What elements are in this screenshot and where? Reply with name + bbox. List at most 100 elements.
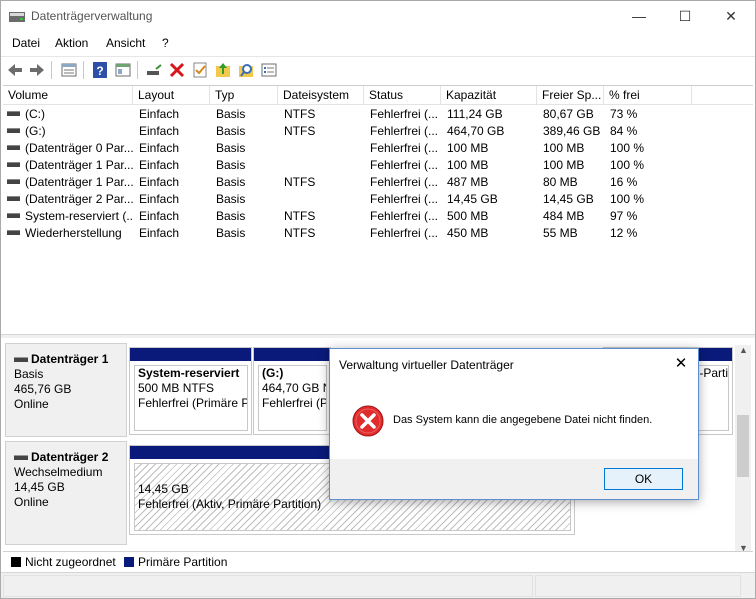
up-folder-icon[interactable] [213, 60, 233, 80]
table-cell: Einfach [139, 158, 180, 172]
table-cell [284, 140, 364, 157]
help-icon[interactable]: ? [90, 60, 110, 80]
table-row[interactable]: (G:) Einfach Basis NTFS Fehlerfrei (... 464,7… [3, 123, 753, 140]
menu-datei[interactable]: Datei [12, 36, 40, 50]
list-view-icon[interactable] [59, 60, 79, 80]
volume-cell: System-reserviert (... [3, 208, 133, 225]
table-cell: Basis [216, 209, 246, 223]
toolbar-separator [51, 61, 52, 79]
volume-name: (C:) [25, 107, 45, 121]
scroll-up-icon[interactable]: ▲ [739, 345, 748, 355]
close-button[interactable]: ✕ [708, 1, 754, 31]
menu-aktion[interactable]: Aktion [55, 36, 88, 50]
table-cell: 484 MB [543, 209, 585, 223]
minimize-button[interactable]: — [616, 1, 662, 31]
table-cell: 100 MB [447, 141, 489, 155]
table-cell: Basis [216, 107, 246, 121]
table-cell: Basis [216, 124, 246, 138]
legend-label: Primäre Partition [138, 555, 228, 569]
table-row[interactable]: (C:) Einfach Basis NTFS Fehlerfrei (... 111,2… [3, 106, 753, 123]
table-cell: 100 % [610, 158, 645, 172]
table-cell: 84 % [610, 124, 638, 138]
window-title: Datenträgerverwaltung [31, 9, 153, 23]
pane-splitter[interactable] [1, 334, 755, 338]
search-icon[interactable] [236, 60, 256, 80]
toolbar-separator [83, 61, 84, 79]
column-header[interactable]: Layout [133, 86, 210, 105]
table-cell: 100 % [610, 141, 645, 155]
table-cell: 14,45 GB [447, 192, 498, 206]
column-header[interactable]: % frei [604, 86, 692, 105]
disk-state: Online [14, 397, 49, 411]
table-cell: 450 MB [447, 226, 489, 240]
table-row[interactable]: System-reserviert (... Einfach Basis NTFS Fe… [3, 208, 753, 225]
table-cell: NTFS [284, 124, 316, 138]
table-cell: Fehlerfrei (... [370, 124, 439, 138]
disk-management-window: Datenträgerverwaltung — ☐ ✕ Datei Aktion… [0, 0, 756, 599]
maximize-button[interactable]: ☐ [662, 1, 708, 31]
table-row[interactable]: (Datenträger 0 Par... Einfach Basis Fehlerf… [3, 140, 753, 157]
scroll-thumb[interactable] [737, 415, 749, 477]
check-icon[interactable] [190, 60, 210, 80]
vertical-scrollbar[interactable]: ▲ ▼ [735, 345, 751, 553]
table-cell: 73 % [610, 107, 638, 121]
partition-system-reserved[interactable]: System-reserviert 500 MB NTFS Fehlerfrei… [129, 347, 252, 435]
partition-g[interactable]: (G:) 464,70 GB NT Fehlerfrei (Pri [253, 347, 331, 435]
table-cell: 12 % [610, 226, 638, 240]
title-bar: Datenträgerverwaltung — ☐ ✕ [1, 1, 755, 31]
connect-icon[interactable] [144, 60, 164, 80]
table-cell: Einfach [139, 107, 180, 121]
back-arrow-icon[interactable] [5, 60, 25, 80]
table-header: Volume Layout Typ Dateisystem Status Kap… [3, 86, 753, 105]
volume-icon [7, 162, 20, 168]
volume-name: (Datenträger 1 Par... [25, 158, 133, 172]
legend-swatch-primary [124, 557, 134, 567]
table-cell: Basis [216, 158, 246, 172]
volume-name: (G:) [25, 124, 46, 138]
legend-label: Nicht zugeordnet [25, 555, 116, 569]
menu-ansicht[interactable]: Ansicht [106, 36, 145, 50]
disk-1-label[interactable]: Datenträger 1 Basis 465,76 GB Online [5, 343, 127, 437]
menu-help[interactable]: ? [162, 36, 169, 50]
volume-icon [7, 145, 20, 151]
column-header[interactable]: Dateisystem [278, 86, 364, 105]
table-cell: Fehlerfrei (... [370, 209, 439, 223]
table-cell: Einfach [139, 124, 180, 138]
list-icon[interactable] [259, 60, 279, 80]
properties-icon[interactable] [113, 60, 133, 80]
table-cell: Basis [216, 141, 246, 155]
table-row[interactable]: (Datenträger 2 Par... Einfach Basis Fehlerf… [3, 191, 753, 208]
table-cell: Fehlerfrei (... [370, 192, 439, 206]
table-cell: 100 MB [447, 158, 489, 172]
table-cell: 500 MB [447, 209, 489, 223]
volume-cell: (Datenträger 1 Par... [3, 174, 133, 191]
volume-icon [7, 213, 20, 219]
table-cell [284, 157, 364, 174]
table-cell: 111,24 GB [447, 107, 503, 121]
disk-icon [14, 455, 28, 461]
column-header[interactable]: Volume [3, 86, 133, 105]
delete-icon[interactable] [167, 60, 187, 80]
table-cell: Einfach [139, 226, 180, 240]
disk-2-label[interactable]: Datenträger 2 Wechselmedium 14,45 GB Onl… [5, 441, 127, 545]
dialog-close-button[interactable]: ✕ [664, 349, 698, 379]
table-cell: Fehlerfrei (... [370, 175, 439, 189]
column-header[interactable]: Freier Sp... [537, 86, 604, 105]
ok-button[interactable]: OK [604, 468, 683, 490]
partition-name: System-reserviert [138, 366, 240, 380]
table-cell: NTFS [284, 209, 316, 223]
forward-arrow-icon[interactable] [27, 60, 47, 80]
partition-status: Fehlerfrei (Pri [262, 396, 327, 410]
column-header[interactable]: Status [364, 86, 441, 105]
table-cell: 464,70 GB [447, 124, 505, 138]
column-header[interactable]: Typ [210, 86, 278, 105]
table-cell: Einfach [139, 192, 180, 206]
volume-cell: (Datenträger 2 Par... [3, 191, 133, 208]
volume-cell: (Datenträger 0 Par... [3, 140, 133, 157]
table-row[interactable]: Wiederherstellung Einfach Basis NTFS Fehlerf… [3, 225, 753, 242]
table-cell: Basis [216, 226, 246, 240]
table-row[interactable]: (Datenträger 1 Par... Einfach Basis Fehlerf… [3, 157, 753, 174]
column-header[interactable]: Kapazität [441, 86, 537, 105]
disk-type: Wechselmedium [14, 465, 103, 479]
table-row[interactable]: (Datenträger 1 Par... Einfach Basis NTFS Feh… [3, 174, 753, 191]
